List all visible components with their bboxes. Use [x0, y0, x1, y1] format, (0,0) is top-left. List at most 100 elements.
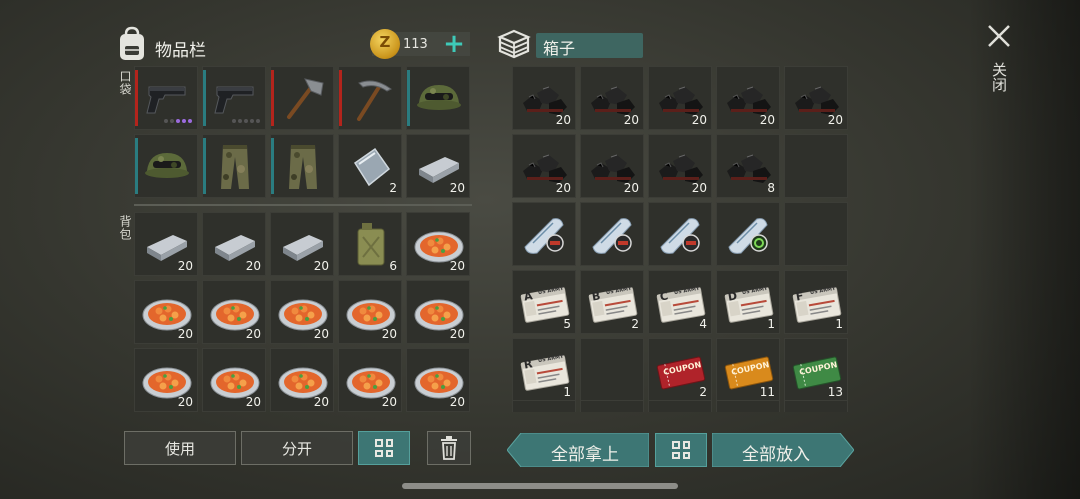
item-slot-pants[interactable]	[270, 134, 334, 198]
item-slot-ingot[interactable]: 20	[270, 212, 334, 276]
item-slot-card[interactable]: A US ARMY 5	[512, 270, 576, 334]
item-slot-pistol[interactable]	[134, 66, 198, 130]
item-slot-pants[interactable]	[202, 134, 266, 198]
item-count: 20	[623, 113, 639, 127]
hatchet-icon	[287, 78, 324, 119]
item-slot-pickaxe[interactable]	[338, 66, 402, 130]
durability-bar	[339, 70, 342, 126]
item-slot-pistol[interactable]	[202, 66, 266, 130]
durability-bar	[135, 70, 138, 126]
durability-bar	[135, 138, 138, 194]
right-shade	[968, 0, 1080, 499]
item-slot-stew[interactable]: 20	[406, 212, 470, 276]
durability-bar	[271, 70, 274, 126]
item-slot-cap[interactable]	[134, 134, 198, 198]
item-slot-hatchet[interactable]	[270, 66, 334, 130]
inventory-slot[interactable]	[716, 400, 780, 412]
item-slot-stew[interactable]: 20	[270, 280, 334, 344]
item-slot-coupon-red[interactable]: COUPON 2	[648, 338, 712, 402]
close-label[interactable]: 关闭	[988, 62, 1008, 92]
item-slot-stew[interactable]: 20	[406, 280, 470, 344]
backpack-grid: 20 20 20 6 20 20 20 20 20 20 20 20 20 20 20	[134, 212, 470, 412]
item-slot-coal[interactable]: 20	[784, 66, 848, 130]
item-slot-coal[interactable]: 20	[512, 134, 576, 198]
inventory-slot[interactable]	[784, 400, 848, 412]
durability-bar	[203, 70, 206, 126]
item-slot-plate[interactable]: 2	[338, 134, 402, 198]
sort-inventory-button[interactable]	[358, 431, 410, 465]
trash-icon	[441, 436, 457, 460]
item-count: 20	[245, 327, 261, 341]
item-slot-ingot[interactable]: 20	[134, 212, 198, 276]
pocket-grid: 2 20	[134, 66, 470, 198]
item-count: 20	[449, 181, 465, 195]
add-coins-button[interactable]: +	[442, 31, 466, 57]
item-slot-coal[interactable]: 20	[648, 66, 712, 130]
item-slot-card[interactable]: R US ARMY 1	[512, 338, 576, 402]
empty-slot[interactable]	[784, 202, 848, 266]
item-slot-blueprint-bio[interactable]	[716, 202, 780, 266]
item-count: 20	[555, 181, 571, 195]
item-slot-blueprint[interactable]	[648, 202, 712, 266]
item-slot-jerrycan[interactable]: 6	[338, 212, 402, 276]
item-count: 20	[177, 327, 193, 341]
card-letter: A	[522, 289, 534, 304]
inventory-slot[interactable]	[648, 400, 712, 412]
close-button[interactable]	[985, 22, 1013, 50]
pants-icon	[221, 145, 249, 189]
section-divider	[134, 204, 472, 206]
item-slot-cap[interactable]	[406, 66, 470, 130]
sort-box-button[interactable]	[655, 433, 707, 467]
inventory-slot[interactable]	[580, 400, 644, 412]
item-slot-coal[interactable]: 20	[648, 134, 712, 198]
item-slot-stew[interactable]: 20	[338, 348, 402, 412]
item-slot-coal[interactable]: 20	[716, 66, 780, 130]
item-slot-blueprint[interactable]	[580, 202, 644, 266]
take-all-button[interactable]: 全部拿上	[507, 433, 649, 467]
item-count: 11	[759, 385, 775, 399]
discard-button[interactable]	[427, 431, 471, 465]
pants-icon	[289, 145, 317, 189]
pocket-label: 口袋	[118, 70, 132, 96]
item-slot-stew[interactable]: 20	[202, 280, 266, 344]
item-slot-coal[interactable]: 20	[580, 66, 644, 130]
empty-slot[interactable]	[784, 134, 848, 198]
blueprint-bio-icon	[728, 218, 768, 254]
split-button[interactable]: 分开	[241, 431, 353, 465]
item-count: 20	[623, 181, 639, 195]
cap-icon	[417, 85, 461, 110]
item-slot-stew[interactable]: 20	[202, 348, 266, 412]
item-slot-stew[interactable]: 20	[134, 348, 198, 412]
empty-slot[interactable]	[580, 338, 644, 402]
item-slot-coupon-green[interactable]: COUPON 13	[784, 338, 848, 402]
box-icon	[497, 28, 531, 60]
put-all-button[interactable]: 全部放入	[712, 433, 854, 467]
item-count: 20	[381, 395, 397, 409]
item-count: 20	[555, 113, 571, 127]
item-slot-coupon-orange[interactable]: COUPON 11	[716, 338, 780, 402]
item-slot-coal[interactable]: 20	[512, 66, 576, 130]
item-slot-coal[interactable]: 8	[716, 134, 780, 198]
item-slot-card[interactable]: D US ARMY 1	[716, 270, 780, 334]
use-button[interactable]: 使用	[124, 431, 236, 465]
box-grid: 20 20 20 20 20 20 20 20 8 A US ARMY 5 B US ARMY 2 C US A…	[512, 66, 848, 402]
put-all-label: 全部放入	[742, 445, 810, 465]
durability-bar	[407, 70, 410, 126]
item-slot-ingot[interactable]: 20	[202, 212, 266, 276]
item-slot-blueprint[interactable]	[512, 202, 576, 266]
item-count: 6	[389, 259, 397, 273]
item-slot-stew[interactable]: 20	[134, 280, 198, 344]
item-slot-card[interactable]: F US ARMY 1	[784, 270, 848, 334]
item-slot-card[interactable]: B US ARMY 2	[580, 270, 644, 334]
inventory-slot[interactable]	[512, 400, 576, 412]
item-slot-ingot[interactable]: 20	[406, 134, 470, 198]
blueprint-icon	[592, 218, 632, 254]
blueprint-icon	[660, 218, 700, 254]
item-slot-stew[interactable]: 20	[270, 348, 334, 412]
item-slot-stew[interactable]: 20	[406, 348, 470, 412]
item-slot-stew[interactable]: 20	[338, 280, 402, 344]
item-count: 2	[631, 317, 639, 331]
item-slot-coal[interactable]: 20	[580, 134, 644, 198]
item-count: 20	[691, 113, 707, 127]
item-slot-card[interactable]: C US ARMY 4	[648, 270, 712, 334]
